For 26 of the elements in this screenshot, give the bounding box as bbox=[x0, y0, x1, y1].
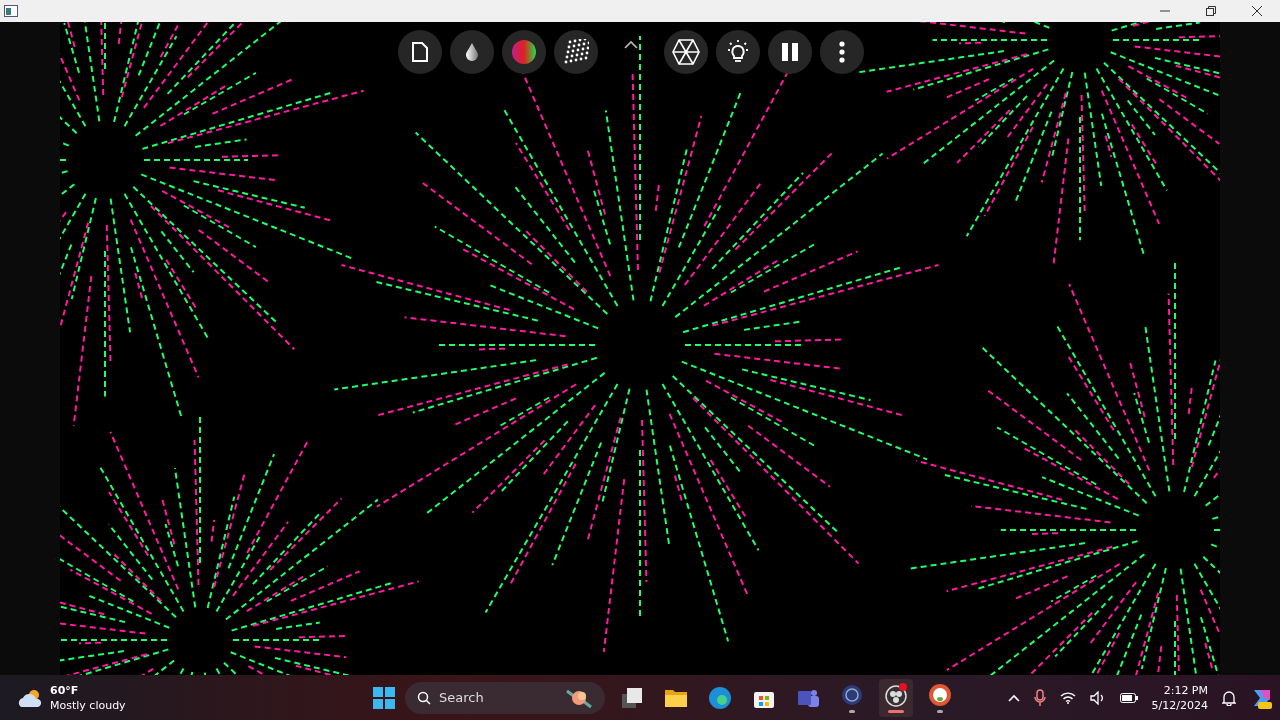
app-icon bbox=[4, 5, 18, 17]
restore-icon[interactable] bbox=[1206, 6, 1216, 16]
task-view-icon bbox=[620, 685, 644, 710]
close-icon[interactable] bbox=[1252, 6, 1262, 16]
speaker-icon[interactable] bbox=[1089, 690, 1106, 705]
color-circle-icon bbox=[511, 39, 537, 65]
clock-time[interactable]: 2:12 PM bbox=[1163, 682, 1208, 698]
clock-date[interactable]: 5/12/2024 bbox=[1151, 697, 1208, 713]
pause-icon bbox=[781, 42, 799, 62]
dot-grid-icon bbox=[563, 39, 589, 65]
weather-condition: Mostly cloudy bbox=[50, 697, 126, 713]
recorder-app[interactable] bbox=[879, 678, 913, 717]
microphone-icon[interactable] bbox=[1033, 688, 1046, 707]
document-icon bbox=[412, 42, 428, 62]
caret-up-icon bbox=[624, 40, 638, 49]
drop-icon bbox=[464, 42, 480, 62]
chevron-up-icon[interactable] bbox=[1007, 693, 1020, 702]
temperature-text: 60°F bbox=[50, 682, 80, 698]
windows-start-icon[interactable] bbox=[373, 686, 395, 709]
hexagon-icon bbox=[672, 39, 700, 65]
battery-icon[interactable] bbox=[1119, 692, 1138, 703]
bell-icon[interactable] bbox=[1222, 689, 1236, 706]
light-bulb-icon bbox=[725, 39, 751, 65]
more-icon bbox=[838, 41, 846, 63]
wifi-icon[interactable] bbox=[1059, 691, 1076, 704]
search-field[interactable]: Search bbox=[405, 681, 605, 714]
